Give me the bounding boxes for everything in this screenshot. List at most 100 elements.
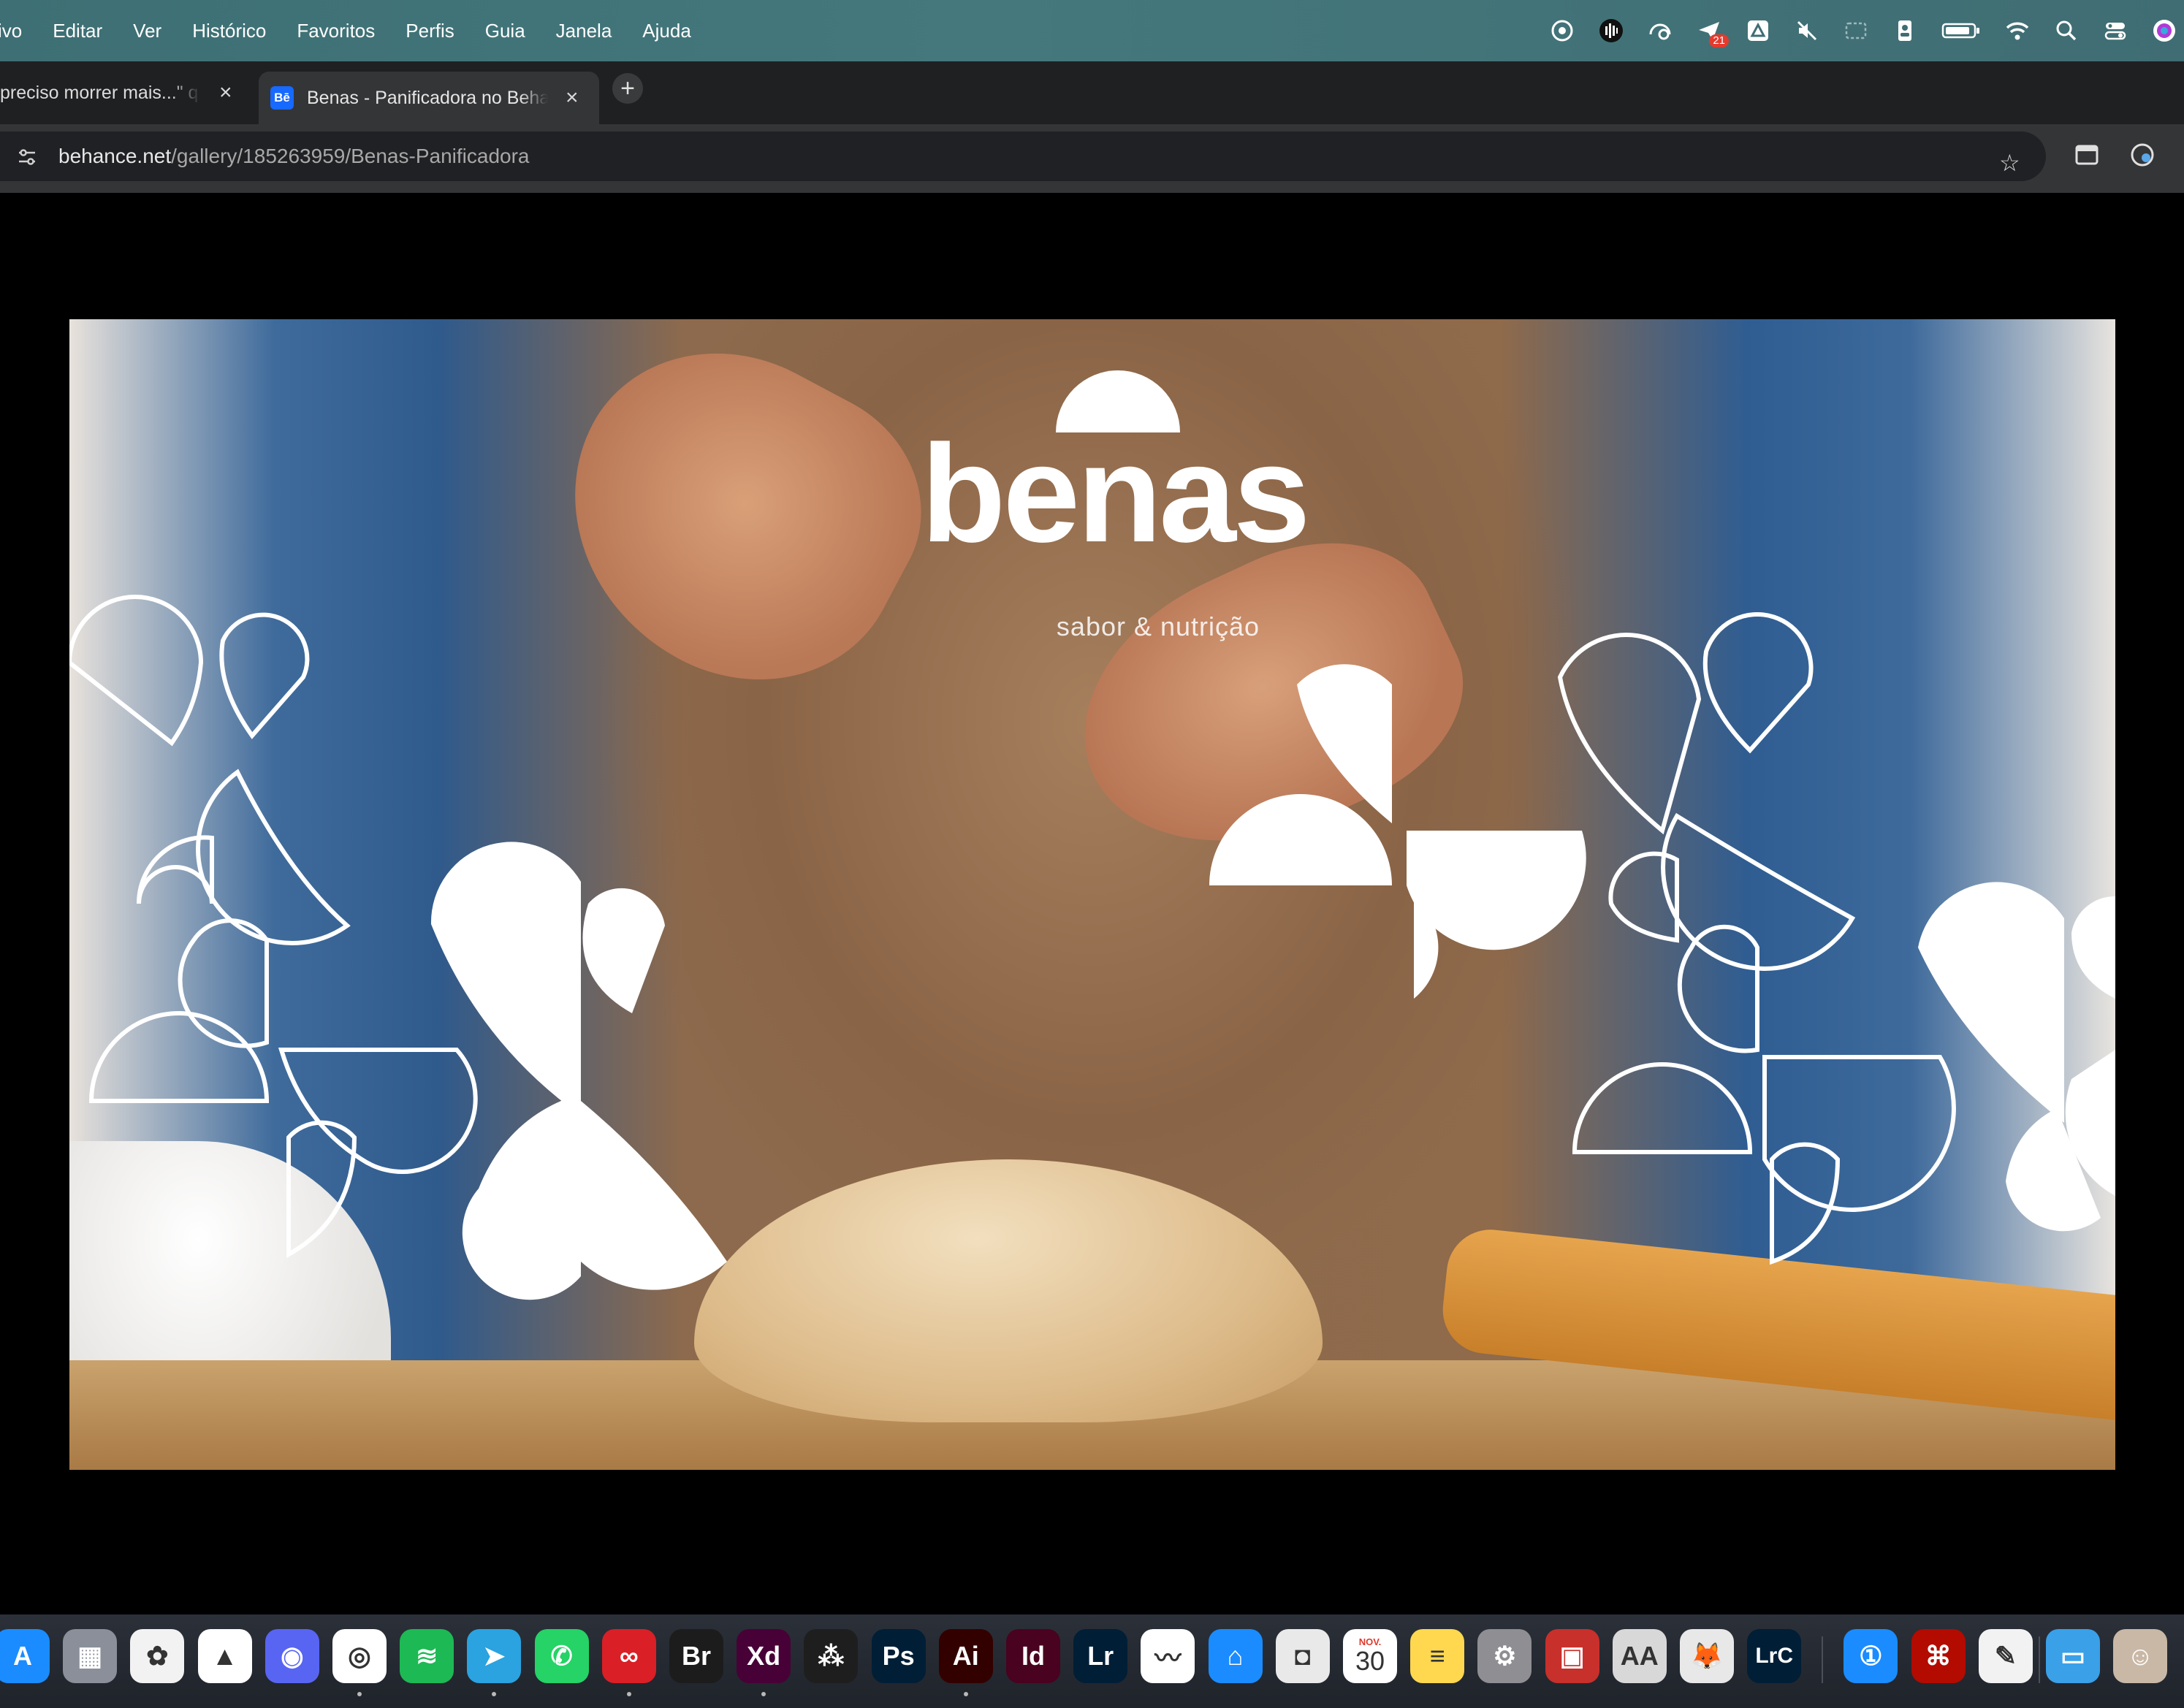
menu-file[interactable]: ivo xyxy=(0,20,37,42)
dock-app-chrome[interactable]: ◎ xyxy=(332,1629,387,1683)
dock-app-spotify[interactable]: ≋ xyxy=(400,1629,454,1683)
dock-app-label: ▲ xyxy=(211,1641,238,1671)
dock-app-label: 30 xyxy=(1355,1646,1385,1676)
dock-app-app-store[interactable]: A xyxy=(0,1629,50,1683)
menu-bookmarks[interactable]: Favoritos xyxy=(281,20,390,42)
project-hero-image: benas sabor & nutrição xyxy=(69,319,2115,1470)
app-menu: ivo Editar Ver Histórico Favoritos Perfi… xyxy=(0,0,707,61)
dock-app-label: ⌘ xyxy=(1925,1641,1952,1671)
dock-app-system-settings[interactable]: ⚙ xyxy=(1477,1629,1532,1683)
contact-icon[interactable] xyxy=(1892,18,1917,43)
close-icon[interactable]: × xyxy=(219,80,232,105)
address-bar[interactable]: behance.net/gallery/185263959/Benas-Pani… xyxy=(0,131,2046,181)
dock-app-bridge[interactable]: Br xyxy=(669,1629,723,1683)
dock-app-lightroom[interactable]: Lr xyxy=(1073,1629,1128,1683)
dock-app-lightroom-classic[interactable]: LrC xyxy=(1747,1629,1802,1683)
dock: A ▦ ✿ ▲ ◉ ◎ ≋ ➤ ✆ ∞ Br Xd ⁂ Ps Ai Id Lr 〰 ⌂ ◘ NOV. 30 ≡ ⚙ ▣ AA 🦊 Lr… xyxy=(0,1614,2184,1708)
dock-app-label: Ps xyxy=(882,1641,915,1671)
dock-app-keynote[interactable]: ⌂ xyxy=(1208,1629,1263,1683)
bookmark-star-icon[interactable]: ☆ xyxy=(1999,149,2020,177)
solid-pattern-right xyxy=(1918,882,2115,1232)
menu-help[interactable]: Ajuda xyxy=(627,20,707,42)
url-path: /gallery/185263959/Benas-Panificadora xyxy=(171,145,530,167)
dock-app-acrobat[interactable]: ⌘ xyxy=(1911,1629,1966,1683)
menu-window[interactable]: Janela xyxy=(541,20,628,42)
control-center-icon[interactable] xyxy=(2103,18,2128,43)
dock-app-label: ⁂ xyxy=(818,1641,845,1671)
brand-pattern-shapes xyxy=(69,595,2115,1300)
audio-waves-icon[interactable] xyxy=(1599,18,1624,43)
dock-app-label: ⌂ xyxy=(1227,1641,1244,1671)
battery-icon[interactable] xyxy=(1941,18,1981,43)
dock-app-indesign[interactable]: Id xyxy=(1006,1629,1060,1683)
close-icon[interactable]: × xyxy=(566,85,579,110)
dock-app-1password[interactable]: ① xyxy=(1844,1629,1898,1683)
plus-icon: + xyxy=(620,74,635,102)
dock-app-label: Lr xyxy=(1087,1641,1114,1671)
window-icon[interactable] xyxy=(1844,18,1868,43)
toolbar-extensions xyxy=(2074,142,2184,168)
siri-icon[interactable] xyxy=(2152,18,2177,43)
dock-app-figma[interactable]: ⁂ xyxy=(804,1629,859,1683)
dock-app-label: 🦊 xyxy=(1690,1641,1724,1671)
behance-favicon-icon: Bē xyxy=(270,86,294,110)
drive-icon[interactable] xyxy=(1746,18,1770,43)
dock-app-downloads[interactable]: ▭ xyxy=(2046,1629,2100,1683)
extension-icon[interactable] xyxy=(2129,142,2156,168)
dock-app-photoshop[interactable]: Ps xyxy=(871,1629,926,1683)
new-tab-button[interactable]: + xyxy=(612,73,643,104)
dock-app-label: ✆ xyxy=(550,1641,573,1671)
dock-separator xyxy=(2039,1636,2040,1683)
dock-app-label: Id xyxy=(1021,1641,1045,1671)
dock-app-discord[interactable]: ◉ xyxy=(265,1629,319,1683)
dock-app-contact[interactable]: ☺ xyxy=(2113,1629,2168,1683)
dock-app-label: ≋ xyxy=(416,1641,438,1671)
tab-title: preciso morrer mais..." q xyxy=(0,82,199,103)
dock-app-label: ☺ xyxy=(2126,1641,2154,1671)
solid-pattern-center xyxy=(1209,664,1586,999)
menu-history[interactable]: Histórico xyxy=(177,20,281,42)
menu-tab[interactable]: Guia xyxy=(470,20,541,42)
running-indicator xyxy=(492,1692,497,1696)
running-indicator xyxy=(761,1692,766,1696)
dock-app-creative-cloud[interactable]: ∞ xyxy=(601,1629,656,1683)
dock-app-launchpad[interactable]: ▦ xyxy=(63,1629,118,1683)
menu-edit[interactable]: Editar xyxy=(37,20,118,42)
network-monitor-icon[interactable] xyxy=(1648,18,1673,43)
url-text[interactable]: behance.net/gallery/185263959/Benas-Pani… xyxy=(58,145,529,168)
url-host: behance.net xyxy=(58,145,172,167)
dock-app-label: ≡ xyxy=(1429,1641,1445,1671)
tab-active[interactable]: Bē Benas - Panificadora no Behance × xyxy=(259,72,599,124)
menu-profiles[interactable]: Perfis xyxy=(390,20,469,42)
dock-app-freeform[interactable]: 〰 xyxy=(1141,1629,1195,1683)
dock-app-screenshot[interactable]: ◘ xyxy=(1275,1629,1330,1683)
outline-pattern-right xyxy=(1557,611,1956,1265)
mute-icon[interactable] xyxy=(1795,18,1819,43)
airmail-icon[interactable]: 21 xyxy=(1697,18,1729,47)
outline-pattern-left xyxy=(69,595,478,1259)
dock-app-label: ∞ xyxy=(619,1641,639,1671)
dock-app-label: ▭ xyxy=(2060,1641,2085,1671)
dock-app-whatsapp[interactable]: ✆ xyxy=(534,1629,589,1683)
dock-app-label: Br xyxy=(681,1641,711,1671)
privacy-icon[interactable] xyxy=(1550,18,1575,43)
dock-app-telegram[interactable]: ➤ xyxy=(467,1629,522,1683)
dock-app-calendar[interactable]: NOV. 30 xyxy=(1343,1629,1397,1683)
tab-search-icon[interactable] xyxy=(2074,142,2100,168)
dock-app-textedit[interactable]: ✎ xyxy=(1978,1629,2033,1683)
dock-app-adobe-xd[interactable]: Xd xyxy=(737,1629,791,1683)
dock-app-illustrator[interactable]: Ai xyxy=(938,1629,993,1683)
tab-inactive[interactable]: preciso morrer mais..." q × xyxy=(0,72,252,114)
site-settings-icon[interactable] xyxy=(15,145,39,169)
dock-app-photos[interactable]: ✿ xyxy=(130,1629,185,1683)
dock-app-font-book[interactable]: AA xyxy=(1612,1629,1667,1683)
dock-app-photo-booth[interactable]: ▣ xyxy=(1545,1629,1599,1683)
dock-app-label: LrC xyxy=(1755,1644,1794,1668)
dock-app-google-drive[interactable]: ▲ xyxy=(197,1629,252,1683)
dock-app-firefox-dev[interactable]: 🦊 xyxy=(1680,1629,1734,1683)
menu-view[interactable]: Ver xyxy=(118,20,177,42)
dock-app-notes[interactable]: ≡ xyxy=(1410,1629,1465,1683)
wifi-icon[interactable] xyxy=(2005,18,2030,43)
spotlight-icon[interactable] xyxy=(2054,18,2079,43)
dock-app-label: ▣ xyxy=(1559,1641,1585,1671)
